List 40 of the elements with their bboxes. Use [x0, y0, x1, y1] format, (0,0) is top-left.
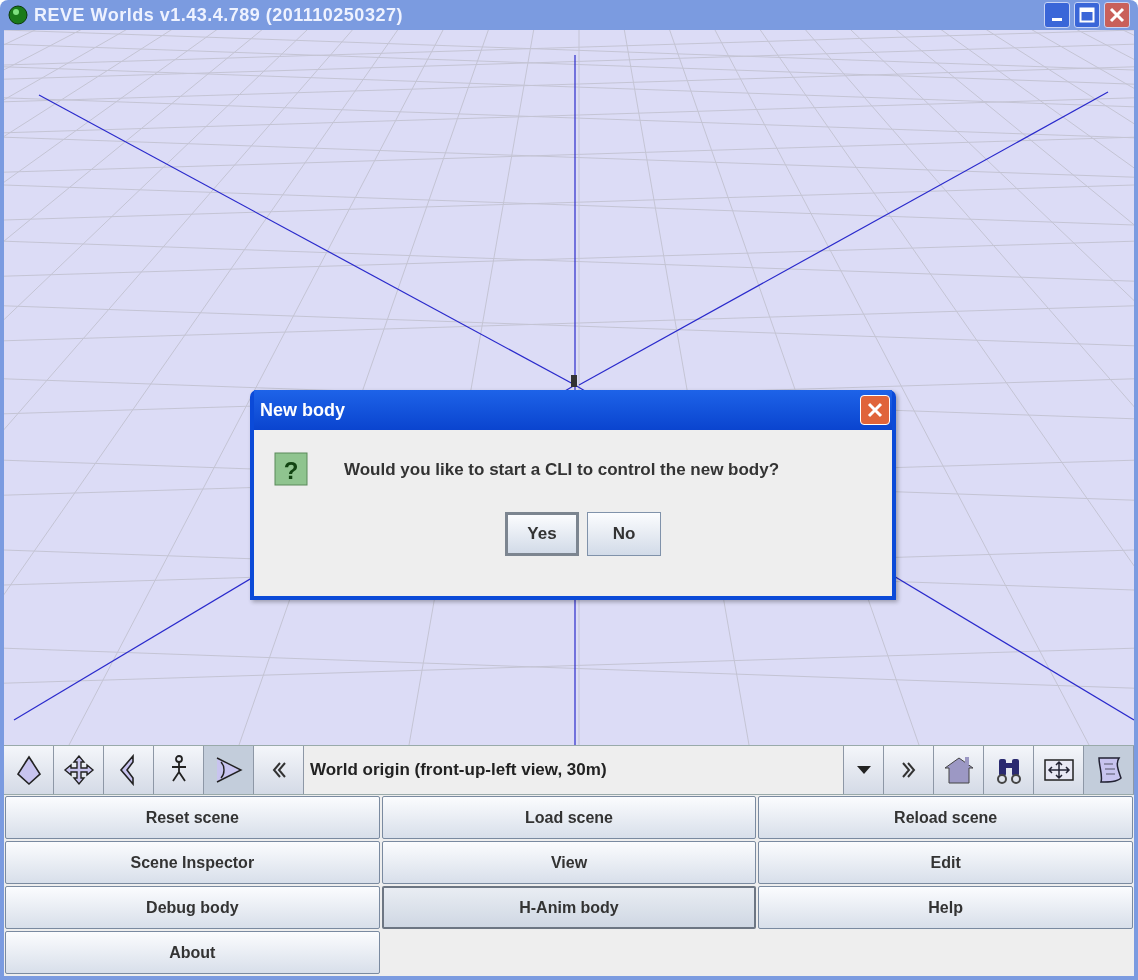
toolbar-button[interactable]	[104, 746, 154, 794]
dialog-button[interactable]: Yes	[505, 512, 579, 556]
toolbar-button[interactable]	[1084, 746, 1134, 794]
action-button[interactable]: Reload scene	[758, 796, 1133, 839]
double-chevron-right-icon	[900, 761, 917, 779]
close-icon	[1109, 7, 1125, 23]
dialog-message: Would you like to start a CLI to control the new body?	[344, 459, 780, 482]
view-dropdown[interactable]: World origin (front-up-left view, 30m)	[304, 746, 884, 794]
home-icon	[942, 754, 975, 786]
previous-button[interactable]	[254, 746, 304, 794]
move-icon	[62, 754, 95, 786]
action-button[interactable]: Scene Inspector	[5, 841, 380, 884]
close-button[interactable]	[1104, 2, 1130, 28]
toolbar-button[interactable]	[154, 746, 204, 794]
action-button[interactable]: H-Anim body	[381, 886, 757, 929]
next-button[interactable]	[884, 746, 934, 794]
close-icon	[866, 401, 884, 419]
window-title: REVE Worlds v1.43.4.789 (201110250327)	[34, 3, 403, 27]
minimize-icon	[1052, 18, 1062, 21]
toolbar-button[interactable]	[204, 746, 254, 794]
toolbar-button[interactable]	[1034, 746, 1084, 794]
question-icon: ?	[274, 452, 310, 488]
action-button[interactable]: Load scene	[381, 796, 757, 839]
action-button[interactable]: Help	[758, 886, 1133, 929]
toolbar-button[interactable]	[54, 746, 104, 794]
dialog-title: New body	[260, 398, 345, 422]
action-button[interactable]: About	[5, 931, 380, 974]
toolbar-button[interactable]	[984, 746, 1034, 794]
toolbar-button[interactable]	[4, 746, 54, 794]
dialog-button[interactable]: No	[587, 512, 661, 556]
action-button[interactable]: View	[381, 841, 757, 884]
action-button[interactable]: Edit	[758, 841, 1133, 884]
action-button[interactable]: Debug body	[5, 886, 380, 929]
caret-icon	[856, 766, 871, 774]
maximize-icon	[1079, 7, 1095, 23]
app-icon	[8, 5, 28, 25]
action-button[interactable]: Reset scene	[5, 796, 380, 839]
double-chevron-left-icon	[270, 761, 287, 779]
maximize-button[interactable]	[1074, 2, 1100, 28]
minimize-button[interactable]	[1044, 2, 1070, 28]
